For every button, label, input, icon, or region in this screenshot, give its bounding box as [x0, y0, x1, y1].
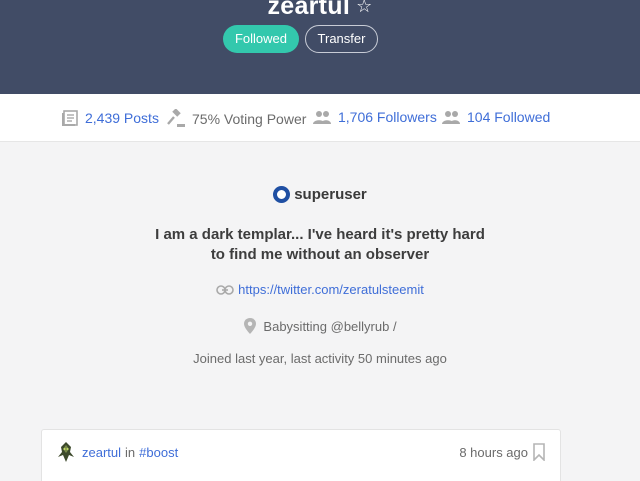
stat-followed[interactable]: 104 Followed: [441, 109, 550, 125]
followed-icon: [442, 111, 460, 124]
profile-joined: Joined last year, last activity 50 minut…: [193, 351, 447, 366]
voting-power-value: 75% Voting Power: [192, 111, 307, 127]
transfer-button[interactable]: Transfer: [305, 25, 378, 53]
profile-bio: I am a dark templar... I've heard it's p…: [0, 225, 640, 265]
username-text: zeartul: [267, 0, 351, 20]
stat-voting-power: 75% Voting Power: [166, 109, 306, 129]
post-card[interactable]: zeartul in #boost 8 hours ago: [41, 429, 561, 481]
profile-header: zeartul ☆ Followed Transfer: [0, 0, 640, 94]
post-header: zeartul in #boost 8 hours ago: [56, 441, 546, 463]
post-timestamp: 8 hours ago: [459, 444, 528, 460]
posts-icon: [62, 110, 78, 126]
location-pin-icon: [244, 318, 257, 334]
bio-line-1: I am a dark templar... I've heard it's p…: [155, 226, 485, 243]
followers-count[interactable]: 1,706 Followers: [338, 109, 437, 125]
badge-label: superuser: [294, 186, 367, 203]
post-tag-link[interactable]: #boost: [139, 445, 178, 460]
followed-count[interactable]: 104 Followed: [467, 109, 550, 125]
post-author-link[interactable]: zeartul: [82, 445, 121, 460]
followers-icon: [313, 111, 331, 124]
stats-bar: 2,439 Posts 75% Voting Power 1,706 Follo…: [0, 94, 640, 142]
gavel-icon: [167, 109, 185, 127]
location-text: Babysitting @bellyrub /: [263, 318, 397, 334]
badge-icon: [273, 186, 291, 203]
stat-followers[interactable]: 1,706 Followers: [312, 109, 437, 125]
followed-button[interactable]: Followed: [223, 25, 299, 53]
superuser-badge: superuser: [0, 186, 640, 203]
profile-username: zeartul ☆: [0, 0, 640, 21]
stat-posts[interactable]: 2,439 Posts: [61, 109, 159, 127]
profile-website: https://twitter.com/zeratulsteemit: [0, 282, 640, 297]
bookmark-icon[interactable]: [532, 443, 546, 461]
avatar[interactable]: [56, 441, 76, 463]
link-icon: [216, 284, 234, 295]
star-icon[interactable]: ☆: [356, 0, 372, 17]
post-in-label: in: [125, 444, 136, 460]
profile-location: Babysitting @bellyrub /: [0, 317, 640, 335]
website-link[interactable]: https://twitter.com/zeratulsteemit: [238, 282, 424, 297]
posts-count[interactable]: 2,439 Posts: [85, 110, 159, 126]
bio-line-2: to find me without an observer: [210, 246, 430, 263]
